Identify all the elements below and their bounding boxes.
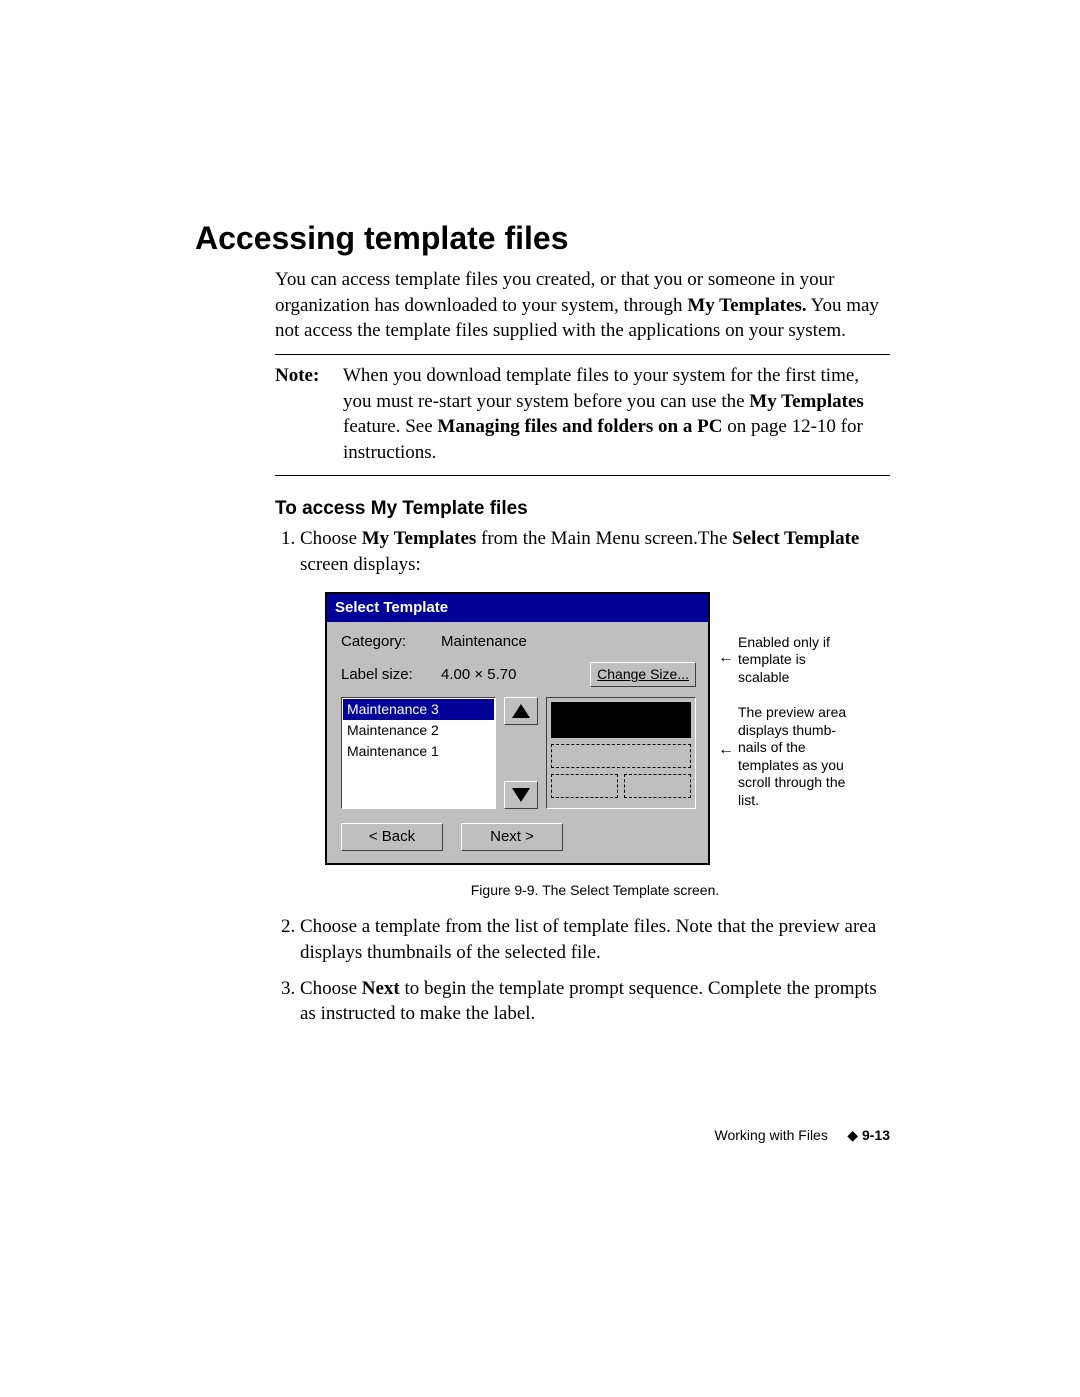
note-body: When you download template files to your… bbox=[343, 363, 890, 466]
dialog-title: Select Template bbox=[327, 594, 708, 622]
step-3: Choose Next to begin the template prompt… bbox=[300, 976, 890, 1027]
note-block: Note: When you download template files t… bbox=[275, 363, 890, 466]
annotations: Enabled only if template is scalable The… bbox=[720, 592, 850, 810]
step1-a: Choose bbox=[300, 528, 362, 549]
labelsize-label: Label size: bbox=[341, 665, 441, 685]
step3-a: Choose bbox=[300, 978, 362, 999]
preview-area bbox=[546, 697, 696, 809]
annotation-preview: The preview area displays thumb-nails of… bbox=[720, 704, 850, 809]
intro-paragraph: You can access template files you create… bbox=[275, 267, 890, 344]
mid-row: Maintenance 3 Maintenance 2 Maintenance … bbox=[341, 697, 696, 809]
scroll-column bbox=[504, 697, 538, 809]
chevron-up-icon bbox=[512, 704, 530, 718]
steps-list: Choose My Templates from the Main Menu s… bbox=[275, 526, 890, 1026]
preview-thumb-dash-row bbox=[551, 774, 691, 798]
button-row: < Back Next > bbox=[341, 823, 696, 851]
step1-c: from the Main Menu screen.The bbox=[476, 528, 732, 549]
next-button[interactable]: Next > bbox=[461, 823, 563, 851]
step1-b: My Templates bbox=[362, 528, 477, 549]
category-row: Category: Maintenance bbox=[341, 632, 696, 652]
footer-section: Working with Files bbox=[715, 1127, 828, 1143]
note-b: My Templates bbox=[749, 391, 864, 412]
step-1: Choose My Templates from the Main Menu s… bbox=[300, 526, 890, 900]
annotation-scalable: Enabled only if template is scalable bbox=[720, 634, 850, 687]
scroll-down-button[interactable] bbox=[504, 781, 538, 809]
back-button[interactable]: < Back bbox=[341, 823, 443, 851]
step-2: Choose a template from the list of templ… bbox=[300, 914, 890, 965]
preview-thumb-dash bbox=[551, 774, 618, 798]
sub-heading: To access My Template files bbox=[275, 498, 890, 520]
category-value: Maintenance bbox=[441, 632, 556, 652]
category-label: Category: bbox=[341, 632, 441, 652]
template-listbox[interactable]: Maintenance 3 Maintenance 2 Maintenance … bbox=[341, 697, 496, 809]
note-c: feature. See bbox=[343, 416, 437, 437]
intro-text-b: My Templates. bbox=[687, 295, 806, 316]
note-label: Note: bbox=[275, 363, 333, 466]
step1-d: Select Template bbox=[732, 528, 859, 549]
divider-top bbox=[275, 354, 890, 355]
labelsize-row: Label size: 4.00 × 5.70 Change Size... bbox=[341, 662, 696, 687]
list-item[interactable]: Maintenance 2 bbox=[343, 720, 494, 741]
figure-wrap: Select Template Category: Maintenance La… bbox=[325, 592, 890, 866]
step3-b: Next bbox=[362, 978, 400, 999]
footer-diamond-icon: ◆ bbox=[847, 1127, 858, 1143]
dialog-body: Category: Maintenance Label size: 4.00 ×… bbox=[327, 622, 708, 863]
note-d: Managing files and folders on a PC bbox=[437, 416, 722, 437]
preview-thumb-dash bbox=[551, 744, 691, 768]
preview-thumb-solid bbox=[551, 702, 691, 738]
labelsize-value: 4.00 × 5.70 bbox=[441, 665, 556, 685]
figure-caption: Figure 9-9. The Select Template screen. bbox=[300, 881, 890, 900]
scroll-up-button[interactable] bbox=[504, 697, 538, 725]
change-size-button[interactable]: Change Size... bbox=[590, 662, 696, 687]
list-item[interactable]: Maintenance 1 bbox=[343, 741, 494, 762]
step1-e: screen displays: bbox=[300, 554, 421, 575]
list-item[interactable]: Maintenance 3 bbox=[343, 699, 494, 720]
footer-page-number: 9-13 bbox=[862, 1127, 890, 1143]
preview-thumb-dash bbox=[624, 774, 691, 798]
page-heading: Accessing template files bbox=[195, 220, 890, 257]
divider-bottom bbox=[275, 475, 890, 476]
page-footer: Working with Files ◆ 9-13 bbox=[195, 1127, 890, 1144]
chevron-down-icon bbox=[512, 788, 530, 802]
select-template-dialog: Select Template Category: Maintenance La… bbox=[325, 592, 710, 866]
